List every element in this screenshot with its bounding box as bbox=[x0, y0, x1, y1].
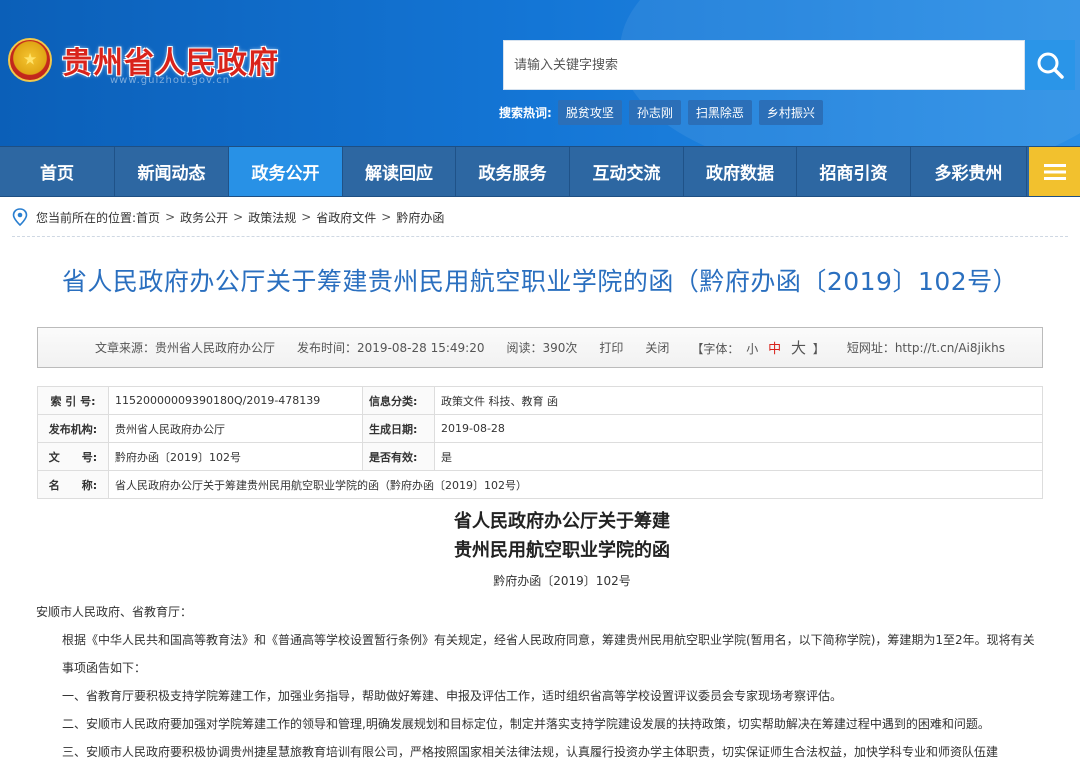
paragraph: 根据《中华人民共和国高等教育法》和《普通高等学校设置暂行条例》有关规定，经省人民… bbox=[62, 633, 1035, 675]
breadcrumb-separator: > bbox=[301, 210, 312, 224]
name-label: 名 称: bbox=[37, 470, 109, 499]
hot-search-label: 搜索热词: bbox=[499, 106, 552, 120]
hamburger-icon bbox=[1043, 163, 1066, 180]
table-row: 发布机构: 贵州省人民政府办公厅 生成日期: 2019-08-28 bbox=[37, 414, 1043, 443]
nav-item-gov-affairs[interactable]: 政务公开 bbox=[229, 147, 343, 196]
breadcrumb-separator: > bbox=[233, 210, 244, 224]
breadcrumb-gov-affairs[interactable]: 政务公开 bbox=[180, 209, 228, 226]
article-body: 安顺市人民政府、省教育厅： 根据《中华人民共和国高等教育法》和《普通高等学校设置… bbox=[36, 598, 1046, 766]
search-button[interactable] bbox=[1025, 40, 1075, 90]
nav-item-home[interactable]: 首页 bbox=[0, 147, 115, 196]
print-link[interactable]: 打印 bbox=[599, 339, 623, 356]
view-count: 阅读：390次 bbox=[506, 341, 578, 355]
table-row: 索 引 号: 11520000009390180Q/2019-478139 信息… bbox=[37, 386, 1043, 415]
org-value: 贵州省人民政府办公厅 bbox=[108, 414, 363, 443]
salutation: 安顺市人民政府、省教育厅： bbox=[36, 605, 193, 619]
docno-value: 黔府办函〔2019〕102号 bbox=[108, 442, 363, 471]
table-row: 文 号: 黔府办函〔2019〕102号 是否有效: 是 bbox=[37, 442, 1043, 471]
index-value: 11520000009390180Q/2019-478139 bbox=[108, 386, 363, 415]
hot-tag[interactable]: 扫黑除恶 bbox=[687, 100, 752, 125]
paragraph: 二、安顺市人民政府要加强对学院筹建工作的领导和管理,明确发展规划和目标定位，制定… bbox=[62, 717, 990, 731]
font-size-switcher: 【字体： 小 中 大 】 bbox=[691, 337, 824, 358]
search-box bbox=[503, 40, 1025, 90]
hot-tag[interactable]: 乡村振兴 bbox=[758, 100, 823, 125]
paragraph: 一、省教育厅要积极支持学院筹建工作，加强业务指导，帮助做好筹建、申报及评估工作，… bbox=[62, 689, 843, 703]
font-size-label: 【字体： bbox=[691, 342, 740, 356]
menu-button[interactable] bbox=[1029, 147, 1080, 196]
name-value: 省人民政府办公厅关于筹建贵州民用航空职业学院的函（黔府办函〔2019〕102号） bbox=[108, 470, 1043, 499]
breadcrumb-separator: > bbox=[165, 210, 176, 224]
page-title: 省人民政府办公厅关于筹建贵州民用航空职业学院的函（黔府办函〔2019〕102号） bbox=[61, 267, 1019, 296]
main-nav: 首页 新闻动态 政务公开 解读回应 政务服务 互动交流 政府数据 招商引资 多彩… bbox=[0, 146, 1080, 197]
article-meta-bar: 文章来源：贵州省人民政府办公厅 发布时间：2019-08-28 15:49:20… bbox=[37, 327, 1043, 368]
breadcrumb-prefix: 您当前所在的位置: bbox=[36, 210, 137, 225]
org-label: 发布机构: bbox=[37, 414, 109, 443]
article-source: 文章来源：贵州省人民政府办公厅 bbox=[95, 341, 276, 355]
article-title-line1: 省人民政府办公厅关于筹建 bbox=[454, 511, 670, 532]
hot-search: 搜索热词: 脱贫攻坚 孙志刚 扫黑除恶 乡村振兴 bbox=[499, 100, 830, 125]
breadcrumb-policy[interactable]: 政策法规 bbox=[248, 209, 296, 226]
date-value: 2019-08-28 bbox=[434, 414, 1043, 443]
font-size-end: 】 bbox=[812, 342, 825, 356]
valid-label: 是否有效: bbox=[362, 442, 435, 471]
index-label: 索 引 号: bbox=[37, 386, 109, 415]
breadcrumb-divider bbox=[12, 236, 1068, 237]
nav-item-news[interactable]: 新闻动态 bbox=[115, 147, 229, 196]
short-url[interactable]: 短网址：http://t.cn/Ai8jikhs bbox=[847, 339, 1005, 356]
article-title: 省人民政府办公厅关于筹建 贵州民用航空职业学院的函 bbox=[0, 507, 1080, 565]
hot-tag[interactable]: 脱贫攻坚 bbox=[557, 100, 622, 125]
font-size-small[interactable]: 小 bbox=[746, 342, 758, 356]
valid-value: 是 bbox=[434, 442, 1043, 471]
site-header: ★ 贵州省人民政府 www.guizhou.gov.cn 搜索热词: 脱贫攻坚 … bbox=[0, 0, 1080, 146]
search-input[interactable] bbox=[504, 41, 1024, 89]
national-emblem-icon: ★ bbox=[8, 38, 52, 82]
article-title-line2: 贵州民用航空职业学院的函 bbox=[454, 540, 670, 561]
search-icon bbox=[1037, 52, 1064, 79]
nav-item-interaction[interactable]: 互动交流 bbox=[570, 147, 684, 196]
date-label: 生成日期: bbox=[362, 414, 435, 443]
breadcrumb-current[interactable]: 黔府办函 bbox=[396, 209, 444, 226]
nav-item-investment[interactable]: 招商引资 bbox=[797, 147, 911, 196]
document-info-table: 索 引 号: 11520000009390180Q/2019-478139 信息… bbox=[37, 386, 1043, 499]
docno-label: 文 号: bbox=[37, 442, 109, 471]
breadcrumb: 您当前所在的位置: 首页 > 政务公开 > 政策法规 > 省政府文件 > 黔府办… bbox=[12, 208, 444, 226]
close-link[interactable]: 关闭 bbox=[645, 339, 669, 356]
category-label: 信息分类: bbox=[362, 386, 435, 415]
breadcrumb-home[interactable]: 首页 bbox=[136, 209, 160, 226]
breadcrumb-separator: > bbox=[381, 210, 392, 224]
hot-tag[interactable]: 孙志刚 bbox=[628, 100, 681, 125]
nav-item-services[interactable]: 政务服务 bbox=[456, 147, 570, 196]
site-domain: www.guizhou.gov.cn bbox=[110, 75, 231, 86]
table-row: 名 称: 省人民政府办公厅关于筹建贵州民用航空职业学院的函（黔府办函〔2019〕… bbox=[37, 470, 1043, 499]
breadcrumb-provincial-docs[interactable]: 省政府文件 bbox=[316, 209, 376, 226]
article-doc-number: 黔府办函〔2019〕102号 bbox=[493, 574, 631, 588]
category-value: 政策文件 科技、教育 函 bbox=[434, 386, 1043, 415]
publish-time: 发布时间：2019-08-28 15:49:20 bbox=[297, 341, 485, 355]
nav-item-data[interactable]: 政府数据 bbox=[684, 147, 797, 196]
font-size-large[interactable]: 大 bbox=[791, 339, 806, 357]
paragraph: 三、安顺市人民政府要积极协调贵州捷星慧旅教育培训有限公司，严格按照国家相关法律法… bbox=[62, 745, 999, 759]
nav-item-colorful-guizhou[interactable]: 多彩贵州 bbox=[911, 147, 1027, 196]
location-pin-icon bbox=[12, 208, 28, 226]
font-size-medium[interactable]: 中 bbox=[768, 342, 781, 357]
nav-item-interpretation[interactable]: 解读回应 bbox=[343, 147, 456, 196]
